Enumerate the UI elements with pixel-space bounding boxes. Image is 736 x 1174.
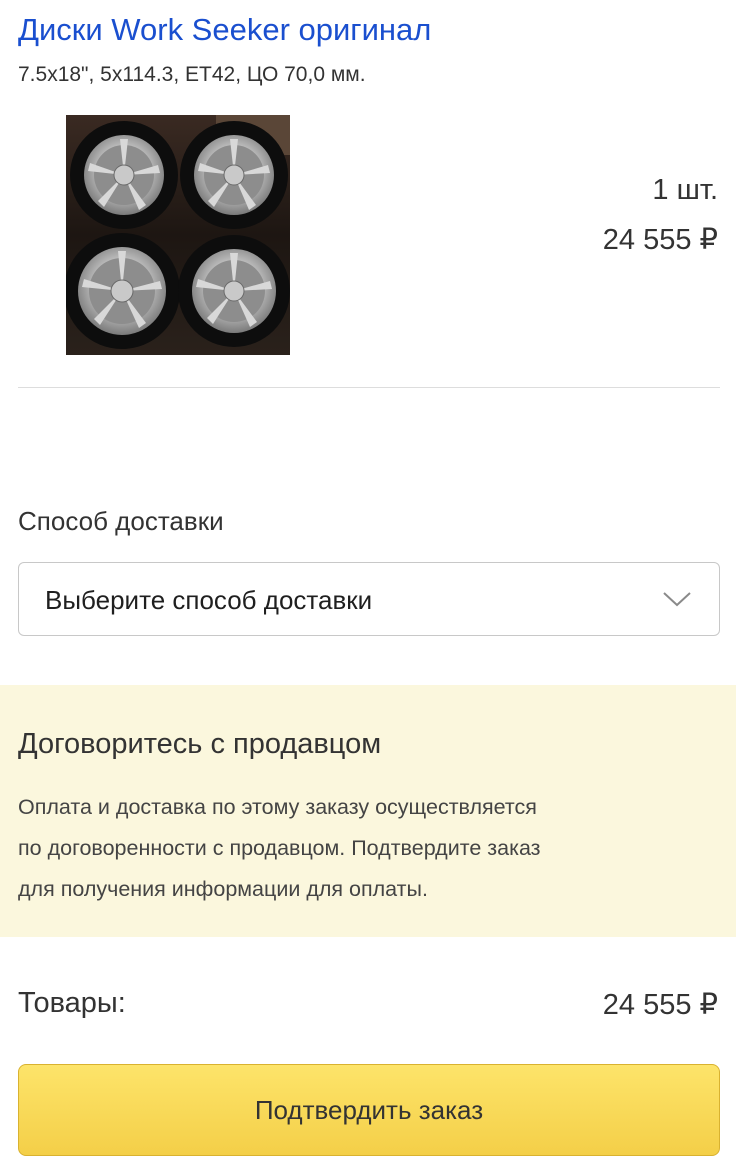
product-quantity: 1 шт. — [652, 174, 718, 206]
notice-text: Оплата и доставка по этому заказу осущес… — [18, 787, 718, 910]
notice-line: по договоренности с продавцом. Подтверди… — [18, 836, 541, 860]
product-specs: 7.5x18", 5x114.3, ET42, ЦО 70,0 мм. — [18, 63, 366, 86]
order-page: Диски Work Seeker оригинал 7.5x18", 5x11… — [0, 0, 736, 1174]
product-image[interactable] — [66, 115, 290, 355]
product-title-link[interactable]: Диски Work Seeker оригинал — [18, 10, 431, 50]
divider — [18, 387, 720, 388]
product-price: 24 555 ₽ — [602, 224, 718, 256]
delivery-label: Способ доставки — [18, 506, 224, 536]
wheels-photo — [66, 115, 290, 355]
chevron-down-icon — [663, 592, 691, 607]
goods-total-label: Товары: — [18, 987, 126, 1019]
seller-agreement-notice: Договоритесь с продавцом Оплата и достав… — [0, 685, 736, 937]
notice-line: Оплата и доставка по этому заказу осущес… — [18, 795, 537, 819]
confirm-order-button[interactable]: Подтвердить заказ — [18, 1064, 720, 1156]
delivery-method-select[interactable]: Выберите способ доставки — [18, 562, 720, 636]
goods-total-value: 24 555 ₽ — [602, 989, 718, 1021]
delivery-select-value: Выберите способ доставки — [45, 585, 373, 615]
notice-line: для получения информации для оплаты. — [18, 877, 428, 901]
notice-title: Договоритесь с продавцом — [18, 728, 382, 760]
